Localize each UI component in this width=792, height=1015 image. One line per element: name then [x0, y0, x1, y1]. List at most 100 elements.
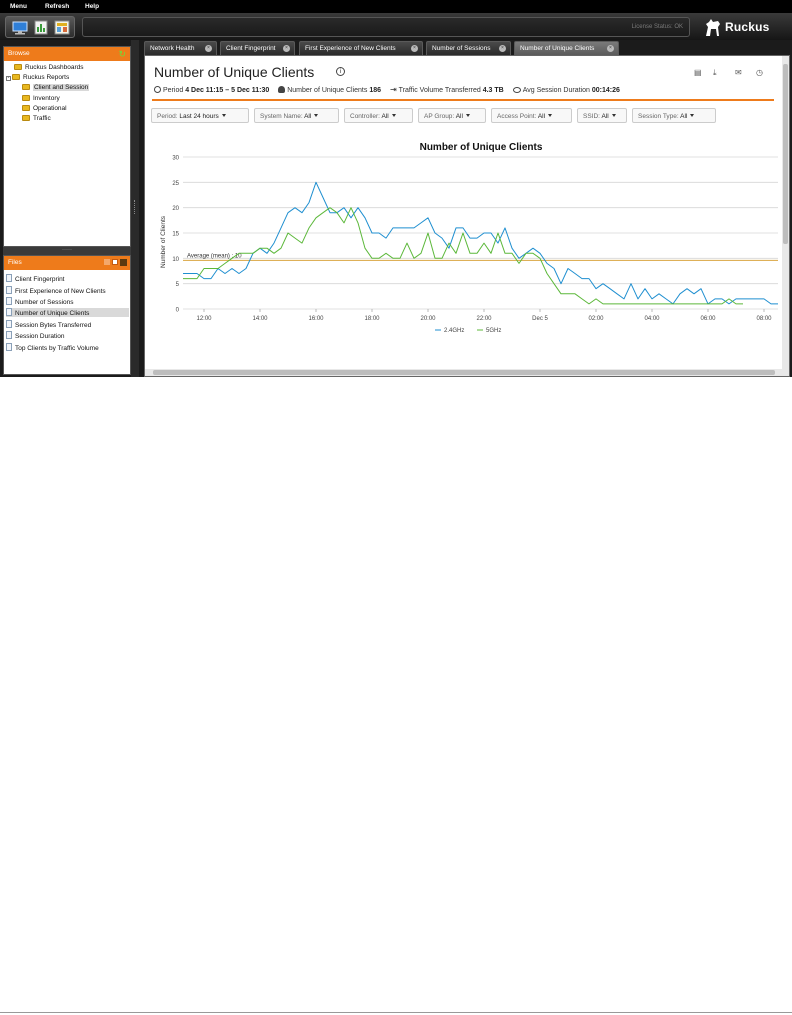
tab-number-of-unique-clients[interactable]: Number of Unique Clients × — [514, 41, 619, 55]
email-icon[interactable]: ✉ — [735, 68, 742, 77]
caret-down-icon — [465, 114, 470, 117]
file-item-client-fingerprint[interactable]: Client Fingerprint — [6, 274, 65, 283]
filter-ap-group[interactable]: AP Group: All — [418, 108, 486, 123]
close-icon[interactable]: × — [283, 45, 290, 52]
file-icon — [6, 286, 12, 294]
close-icon[interactable]: × — [205, 45, 212, 52]
file-item-number-of-sessions[interactable]: Number of Sessions — [6, 297, 74, 306]
close-icon[interactable]: × — [411, 45, 418, 52]
collapse-icon[interactable]: - — [6, 76, 11, 81]
tree-item-ruckus-reports[interactable]: - Ruckus Reports — [6, 74, 69, 81]
filter-ssid[interactable]: SSID: All — [577, 108, 627, 123]
title-underline — [152, 99, 774, 101]
menu-item-menu[interactable]: Menu — [10, 3, 27, 10]
file-icon — [6, 308, 12, 316]
folder-icon — [14, 64, 22, 70]
menu-item-help[interactable]: Help — [85, 3, 99, 10]
filter-session-type[interactable]: Session Type: All — [632, 108, 716, 123]
list-view-icon[interactable] — [112, 259, 118, 265]
tab-first-experience[interactable]: First Experience of New Clients × — [299, 41, 423, 55]
browse-panel-header: Browse ↻ — [4, 47, 130, 61]
brand-name: Ruckus — [725, 20, 770, 34]
tab-network-health[interactable]: Network Health × — [144, 41, 217, 55]
edit-icon[interactable] — [104, 259, 110, 265]
caret-down-icon — [548, 114, 553, 117]
file-icon — [6, 297, 12, 305]
filter-system-name[interactable]: System Name: All — [254, 108, 339, 123]
files-panel-title: Files — [8, 259, 22, 266]
filter-controller[interactable]: Controller: All — [344, 108, 413, 123]
ruckus-logo: Ruckus — [703, 15, 783, 39]
file-icon — [6, 320, 12, 328]
close-icon[interactable]: × — [607, 45, 614, 52]
info-icon[interactable]: i — [336, 67, 345, 76]
monitor-icon[interactable] — [11, 19, 29, 36]
license-status-bar: License Status: OK — [82, 17, 690, 37]
license-status-text: License Status: OK — [631, 24, 683, 30]
y-tick-label: 25 — [172, 181, 179, 187]
file-item-first-experience[interactable]: First Experience of New Clients — [6, 286, 106, 295]
y-tick-label: 5 — [176, 282, 180, 288]
panel-splitter[interactable] — [131, 40, 139, 377]
file-item-number-of-unique-clients[interactable]: Number of Unique Clients — [6, 308, 129, 317]
vertical-scroll-thumb[interactable] — [783, 64, 788, 244]
document-icon[interactable]: ▤ — [694, 68, 702, 77]
user-icon — [278, 86, 286, 93]
close-icon[interactable]: × — [499, 45, 506, 52]
horizontal-scroll-thumb[interactable] — [153, 370, 775, 375]
filter-period[interactable]: Period: Last 24 hours — [151, 108, 249, 123]
y-tick-label: 20 — [172, 206, 179, 212]
tree-item-ruckus-dashboards[interactable]: Ruckus Dashboards — [14, 64, 84, 71]
chat-bubble-icon — [512, 87, 521, 93]
file-item-session-bytes[interactable]: Session Bytes Transferred — [6, 320, 91, 329]
folder-icon — [22, 115, 30, 121]
caret-down-icon — [221, 114, 226, 117]
y-tick-label: 30 — [172, 156, 179, 162]
files-panel: Files Client Fingerprint First Experienc… — [3, 255, 131, 375]
panel-resize-handle[interactable]: ····· — [3, 247, 131, 255]
x-tick-label: 16:00 — [308, 316, 324, 322]
schedule-clock-icon[interactable]: ◷ — [756, 68, 763, 77]
series-line-5ghz — [183, 207, 743, 305]
series-line-24ghz — [183, 181, 778, 305]
tree-item-operational[interactable]: Operational — [22, 105, 67, 112]
menu-item-refresh[interactable]: Refresh — [45, 3, 69, 10]
refresh-icon[interactable]: ↻ — [118, 49, 126, 60]
y-tick-label: 10 — [172, 257, 179, 263]
report-summary: Period 4 Dec 11:15 – 5 Dec 11:30 Number … — [154, 85, 620, 94]
file-item-top-clients[interactable]: Top Clients by Traffic Volume — [6, 343, 99, 352]
folder-icon — [12, 74, 20, 80]
x-tick-label: 06:00 — [700, 316, 716, 322]
chart-grid — [183, 156, 778, 310]
tree-item-traffic[interactable]: Traffic — [22, 115, 51, 122]
files-panel-header: Files — [4, 256, 130, 270]
vertical-scrollbar[interactable] — [782, 56, 789, 370]
grid-view-icon[interactable] — [120, 259, 127, 266]
file-item-session-duration[interactable]: Session Duration — [6, 331, 65, 340]
tree-item-inventory[interactable]: Inventory — [22, 95, 60, 102]
dashboard-icon[interactable] — [53, 19, 71, 36]
chart-series — [183, 181, 778, 305]
report-icon[interactable] — [32, 19, 50, 36]
horizontal-scrollbar[interactable] — [145, 369, 789, 376]
download-icon[interactable]: ⤓ — [713, 68, 717, 78]
clock-icon — [154, 86, 161, 93]
y-tick-label: 0 — [176, 308, 180, 314]
x-tick-label: 02:00 — [588, 316, 604, 322]
tree-item-client-and-session[interactable]: Client and Session — [22, 84, 90, 91]
page-footer-rule — [0, 1012, 792, 1013]
filter-access-point[interactable]: Access Point: All — [491, 108, 572, 123]
folder-icon — [22, 95, 30, 101]
x-tick-label: 04:00 — [644, 316, 660, 322]
session-duration-value: 00:14:26 — [591, 87, 620, 94]
file-icon — [6, 331, 12, 339]
browse-panel: Browse ↻ Ruckus Dashboards - Ruckus Repor… — [3, 46, 131, 247]
transfer-icon: ⇥ — [389, 85, 397, 94]
tab-client-fingerprint[interactable]: Client Fingerprint × — [220, 41, 295, 55]
x-tick-label: Dec 5 — [532, 316, 548, 322]
legend-label: 2.4GHz — [444, 328, 464, 334]
tab-number-of-sessions[interactable]: Number of Sessions × — [426, 41, 511, 55]
splitter-grip-icon — [134, 200, 136, 214]
caret-down-icon — [314, 114, 319, 117]
toolbar-button-group — [5, 16, 75, 38]
